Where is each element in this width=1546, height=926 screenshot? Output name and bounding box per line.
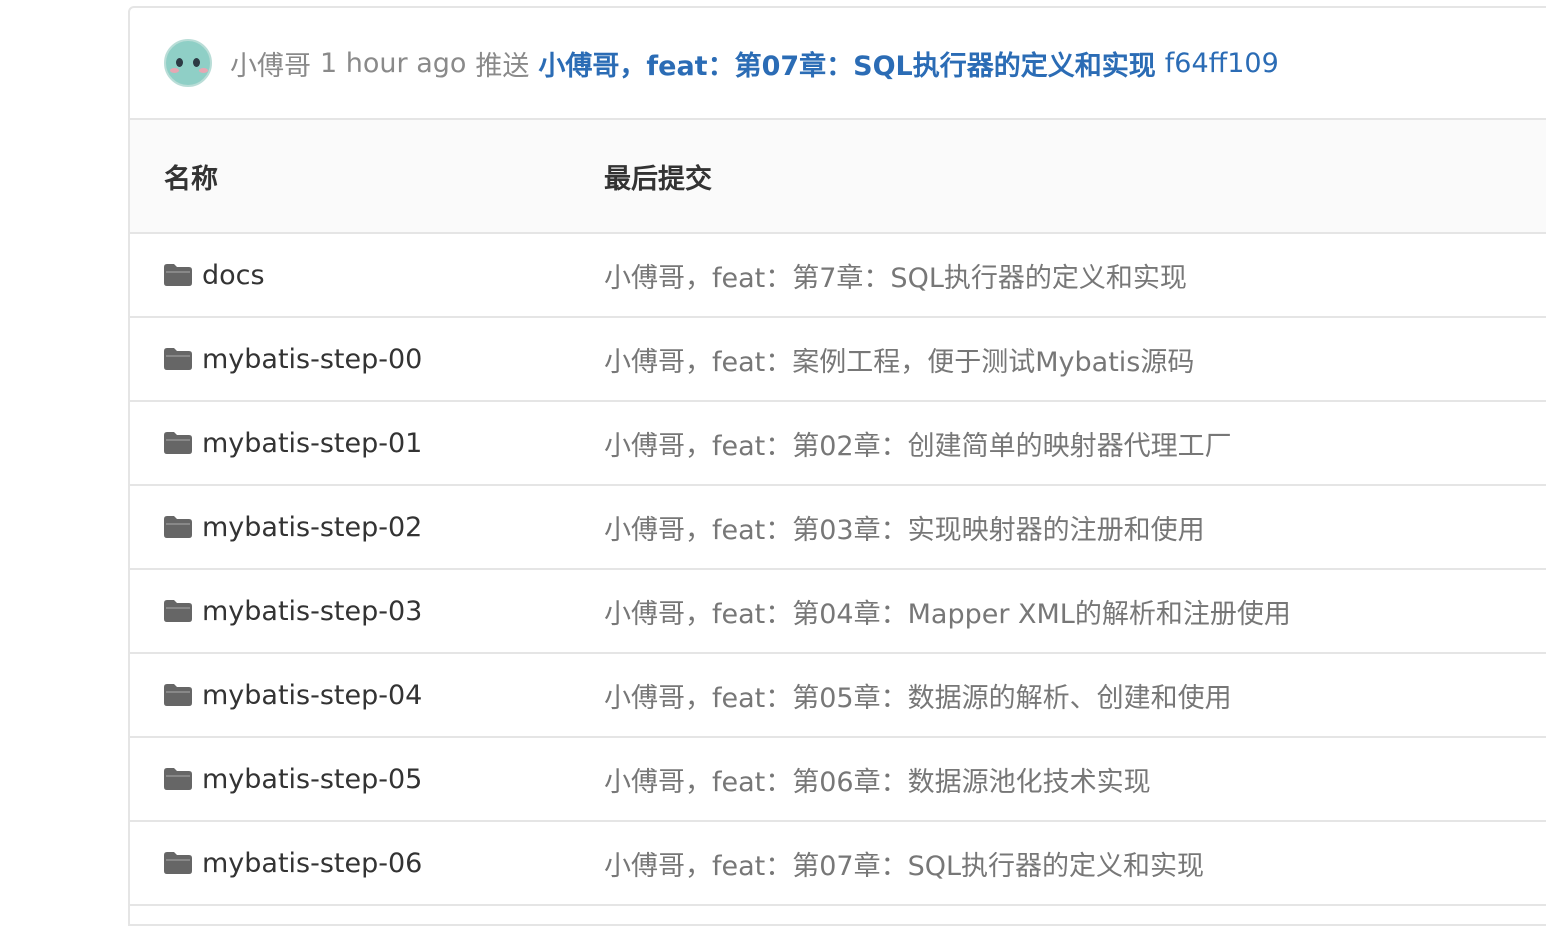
folder-icon <box>164 600 192 622</box>
folder-icon <box>164 684 192 706</box>
table-row[interactable]: mybatis-step-01 小傅哥，feat：第02章：创建简单的映射器代理… <box>130 402 1546 486</box>
file-name-cell[interactable]: docs <box>130 260 604 291</box>
table-row[interactable]: mybatis-step-03 小傅哥，feat：第04章：Mapper XML… <box>130 570 1546 654</box>
file-name-cell[interactable]: mybatis-step-01 <box>130 428 604 459</box>
table-row[interactable]: mybatis-step-00 小傅哥，feat：案例工程，便于测试Mybati… <box>130 318 1546 402</box>
file-name[interactable]: mybatis-step-01 <box>202 428 422 459</box>
commit-time: 1 hour ago <box>320 47 467 79</box>
folder-icon <box>164 852 192 874</box>
file-name[interactable]: docs <box>202 260 265 291</box>
last-commit-cell[interactable]: 小傅哥，feat：第7章：SQL执行器的定义和实现 <box>604 256 1546 295</box>
last-commit-cell[interactable]: 小傅哥，feat：第04章：Mapper XML的解析和注册使用 <box>604 592 1546 631</box>
file-name[interactable]: mybatis-step-03 <box>202 596 422 627</box>
last-commit-cell[interactable]: 小傅哥，feat：第02章：创建简单的映射器代理工厂 <box>604 424 1546 463</box>
table-row[interactable]: mybatis-step-05 小傅哥，feat：第06章：数据源池化技术实现 <box>130 738 1546 822</box>
commit-sha-link[interactable]: f64ff109 <box>1165 48 1279 79</box>
commit-action: 推送 <box>475 50 530 82</box>
avatar-eye <box>176 58 183 67</box>
folder-icon <box>164 768 192 790</box>
folder-icon <box>164 516 192 538</box>
table-row[interactable]: mybatis-step-02 小傅哥，feat：第03章：实现映射器的注册和使… <box>130 486 1546 570</box>
file-name-cell[interactable]: mybatis-step-00 <box>130 344 604 375</box>
file-name-cell[interactable]: mybatis-step-04 <box>130 680 604 711</box>
file-list-panel: 小傅哥 1 hour ago 推送 小傅哥，feat：第07章：SQL执行器的定… <box>128 6 1546 926</box>
avatar-cheek <box>170 68 179 73</box>
file-name[interactable]: mybatis-step-06 <box>202 848 422 879</box>
commit-message-link[interactable]: 小傅哥，feat：第07章：SQL执行器的定义和实现 <box>538 44 1155 83</box>
file-name[interactable]: mybatis-step-02 <box>202 512 422 543</box>
table-row[interactable]: mybatis-step-06 小傅哥，feat：第07章：SQL执行器的定义和… <box>130 822 1546 906</box>
last-commit-cell[interactable]: 小傅哥，feat：第07章：SQL执行器的定义和实现 <box>604 844 1546 883</box>
file-name-cell[interactable]: mybatis-step-03 <box>130 596 604 627</box>
file-name-cell[interactable]: mybatis-step-06 <box>130 848 604 879</box>
file-name[interactable]: mybatis-step-00 <box>202 344 422 375</box>
file-name-cell[interactable]: mybatis-step-02 <box>130 512 604 543</box>
last-commit-cell[interactable]: 小傅哥，feat：第05章：数据源的解析、创建和使用 <box>604 676 1546 715</box>
header-last-commit: 最后提交 <box>604 163 712 195</box>
last-commit-cell[interactable]: 小傅哥，feat：案例工程，便于测试Mybatis源码 <box>604 340 1546 379</box>
latest-commit-bar: 小傅哥 1 hour ago 推送 小傅哥，feat：第07章：SQL执行器的定… <box>130 8 1546 120</box>
file-table-header: 名称 最后提交 <box>130 120 1546 234</box>
folder-icon <box>164 432 192 454</box>
header-name: 名称 <box>164 163 218 195</box>
table-row[interactable]: mybatis-step-04 小傅哥，feat：第05章：数据源的解析、创建和… <box>130 654 1546 738</box>
author-avatar[interactable] <box>164 39 212 87</box>
avatar-cheek <box>199 68 208 73</box>
folder-icon <box>164 264 192 286</box>
folder-icon <box>164 348 192 370</box>
table-row[interactable]: docs 小傅哥，feat：第7章：SQL执行器的定义和实现 <box>130 234 1546 318</box>
file-name[interactable]: mybatis-step-04 <box>202 680 422 711</box>
file-name[interactable]: mybatis-step-05 <box>202 764 422 795</box>
last-commit-cell[interactable]: 小傅哥，feat：第03章：实现映射器的注册和使用 <box>604 508 1546 547</box>
last-commit-cell[interactable]: 小傅哥，feat：第06章：数据源池化技术实现 <box>604 760 1546 799</box>
file-table-body: docs 小傅哥，feat：第7章：SQL执行器的定义和实现 mybatis-s… <box>130 234 1546 906</box>
avatar-eye <box>193 58 200 67</box>
file-name-cell[interactable]: mybatis-step-05 <box>130 764 604 795</box>
commit-author[interactable]: 小傅哥 <box>230 44 311 83</box>
